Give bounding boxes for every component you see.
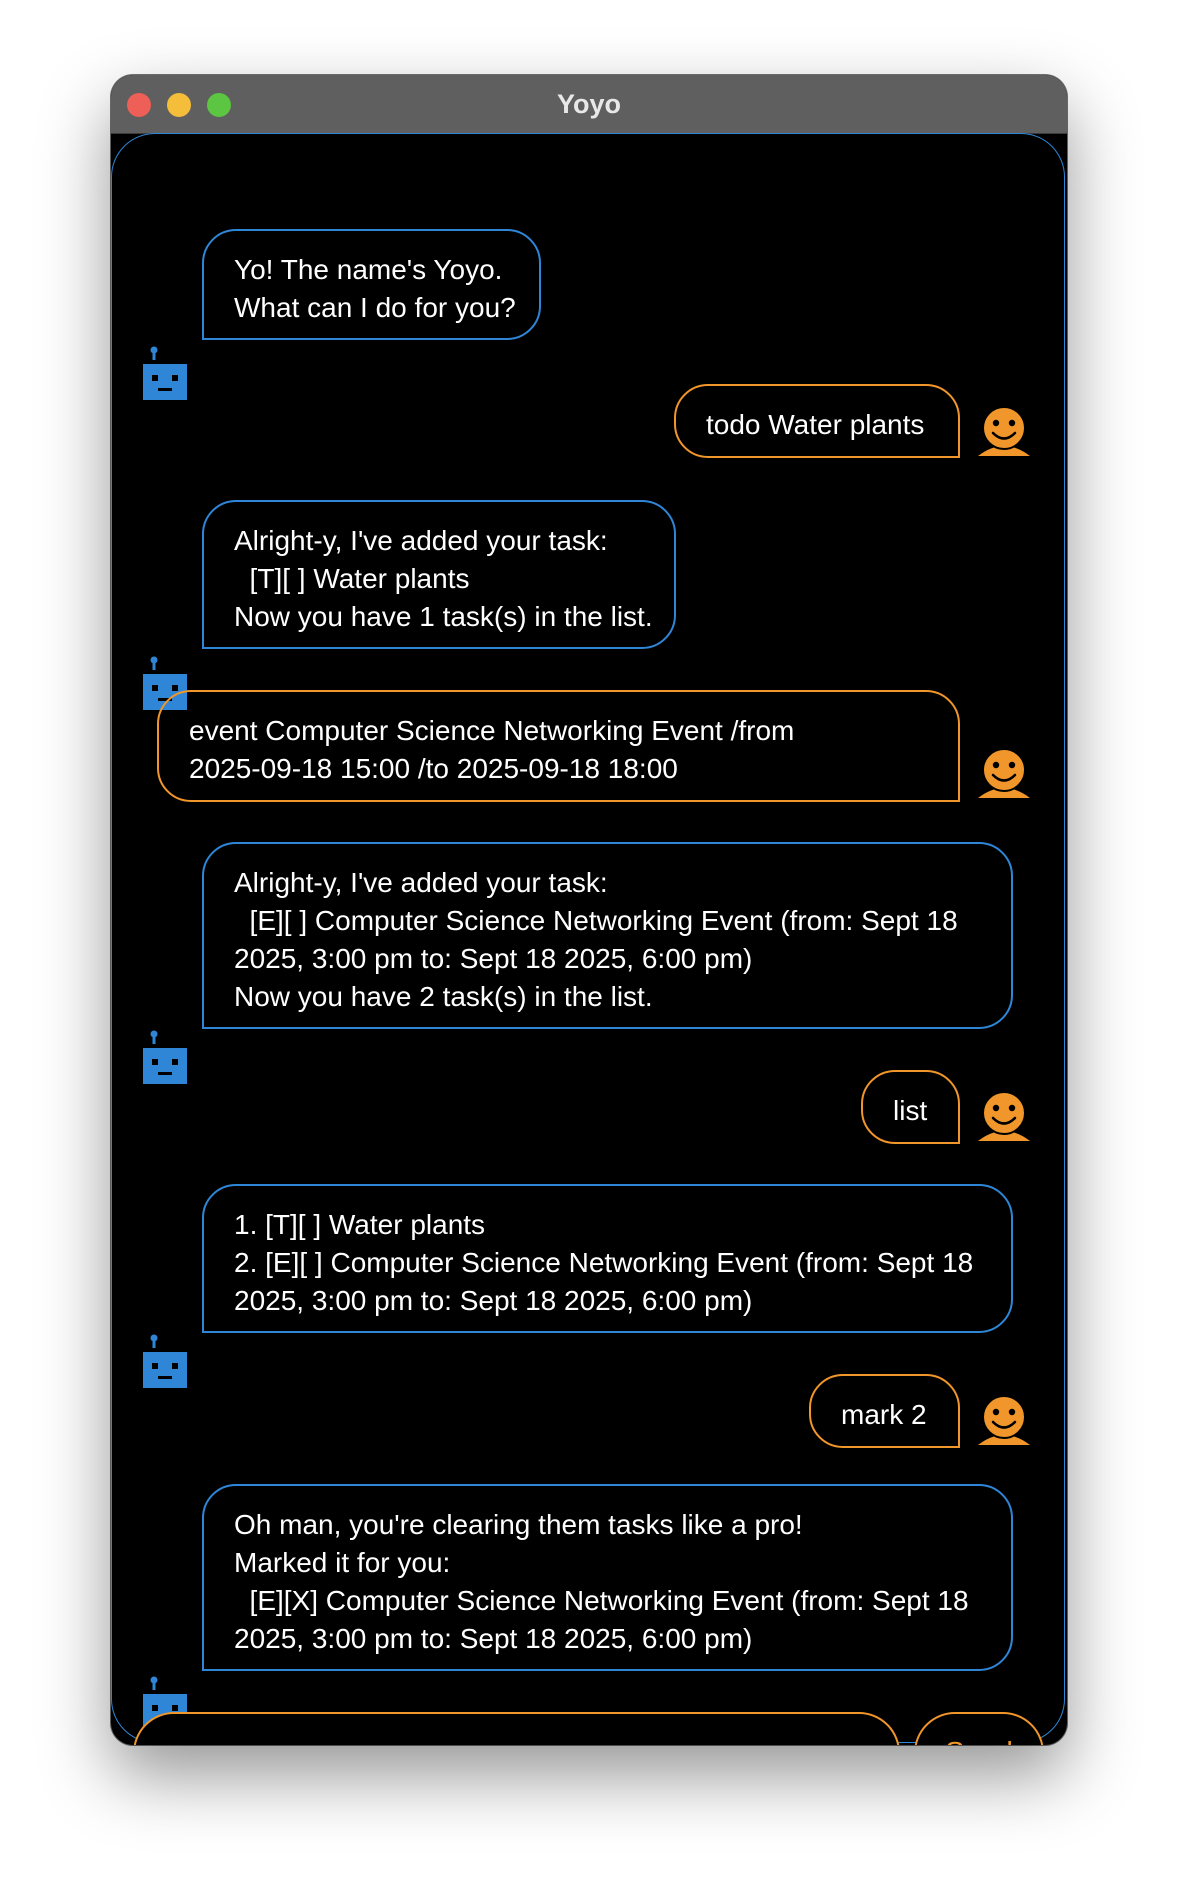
bot-message: Alright-y, I've added your task: [E][ ] … [202,842,1013,1029]
bot-message: Oh man, you're clearing them tasks like … [202,1484,1013,1671]
message-input[interactable] [135,1714,898,1745]
message-input-container [133,1712,900,1745]
chat-panel: Yo! The name's Yoyo. What can I do for y… [111,133,1065,1743]
user-message: todo Water plants [674,384,960,458]
app-window: Yoyo Yo! The name's Yoyo. What can I do … [111,75,1067,1745]
robot-icon [143,1334,187,1388]
window-title: Yoyo [556,89,621,119]
robot-icon [143,1030,187,1084]
title-bar: Yoyo [111,75,1067,134]
user-message: event Computer Science Networking Event … [157,690,960,802]
smiley-user-icon [978,1395,1030,1445]
smiley-user-icon [978,748,1030,798]
smiley-user-icon [978,406,1030,456]
bot-message: Alright-y, I've added your task: [T][ ] … [202,500,676,649]
user-message: mark 2 [809,1374,960,1448]
robot-icon [143,346,187,400]
user-message: list [861,1070,960,1144]
smiley-user-icon [978,1091,1030,1141]
bot-message: 1. [T][ ] Water plants 2. [E][ ] Compute… [202,1184,1013,1333]
bot-message: Yo! The name's Yoyo. What can I do for y… [202,229,541,340]
